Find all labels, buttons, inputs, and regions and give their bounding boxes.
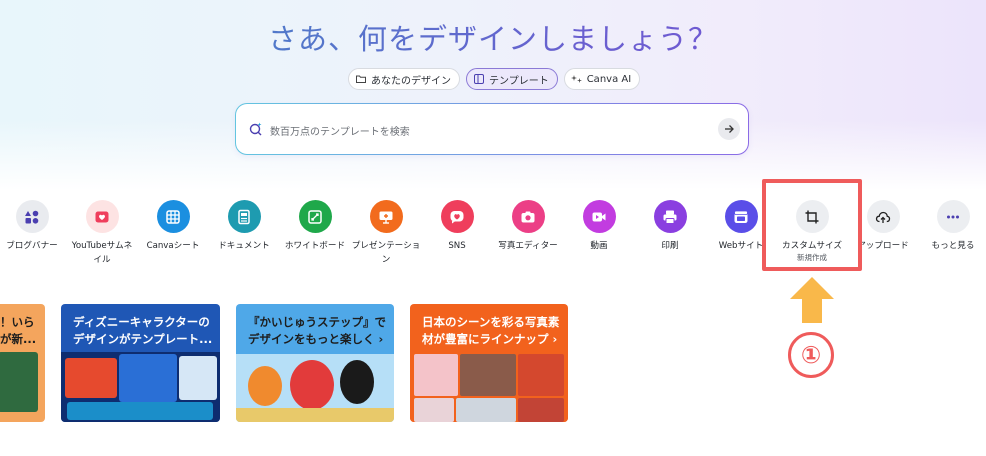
card-image: [61, 352, 220, 422]
card-image: [410, 352, 568, 422]
card-text-line: ディズニーキャラクターの: [73, 315, 210, 329]
category-icon-circle: [85, 200, 119, 233]
whiteboard-icon: [308, 209, 322, 224]
tab-your-designs[interactable]: あなたのデザイン: [348, 68, 460, 90]
print-icon: [663, 210, 677, 224]
card-text-line: が新...: [0, 332, 37, 346]
arrow-right-icon: [725, 125, 734, 133]
card-image: [236, 354, 394, 422]
youtube-icon: [95, 211, 109, 222]
template-search-box[interactable]: 数百万点のテンプレートを検索: [235, 103, 749, 155]
category-icon-circle: [582, 200, 616, 233]
step-number-badge: ①: [788, 332, 834, 378]
page-title: さあ、何をデザインしましょう？: [0, 16, 986, 58]
category-icon-circle: [156, 200, 190, 233]
video-icon: [592, 212, 606, 221]
card-text-line: デザインがテンプレート...: [73, 332, 213, 346]
category-icon-circle: [440, 200, 474, 233]
design-type-tabs: あなたのデザイン テンプレート Canva AI: [348, 68, 641, 90]
card-text-line: 『かいじゅうステップ』で: [248, 315, 386, 329]
category-label: ブログバナー: [6, 241, 58, 251]
category-icon-circle: [298, 200, 332, 233]
document-icon: [238, 209, 250, 224]
tab-label: Canva AI: [586, 73, 632, 85]
more-dots-icon: [947, 215, 959, 218]
category-icon-circle: [227, 200, 261, 233]
tab-templates[interactable]: テンプレート: [466, 68, 558, 90]
tab-canva-ai[interactable]: Canva AI: [563, 68, 641, 90]
category-label: SNS: [448, 241, 466, 251]
category-label-line2: イル: [93, 255, 111, 265]
camera-icon: [521, 211, 535, 222]
category-label: ホワイトボード: [284, 241, 346, 251]
arrow-up-icon: [790, 277, 834, 323]
card-text-line: デザインをもっと楽しく ›: [248, 332, 384, 346]
category-label: アップロード: [857, 241, 909, 251]
folder-icon: [356, 75, 366, 83]
category-label: YouTubeサムネ: [71, 241, 133, 251]
search-icon: [249, 122, 262, 136]
promo-card-japan-photos[interactable]: 日本のシーンを彩る写真素 材が豊富にラインナップ ›: [410, 304, 568, 422]
search-input[interactable]: 数百万点のテンプレートを検索: [270, 123, 410, 138]
category-icon-circle: [15, 200, 49, 233]
card-text: 日本のシーンを彩る写真素 材が豊富にラインナップ ›: [422, 314, 559, 348]
category-label: 写真エディター: [498, 241, 558, 251]
upload-cloud-icon: [875, 211, 891, 223]
promo-card-disney[interactable]: ディズニーキャラクターの デザインがテンプレート...: [61, 304, 220, 422]
blog-banner-icon: [25, 210, 39, 224]
category-label: 印刷: [661, 241, 679, 251]
category-icon-circle: [936, 200, 970, 233]
card-text: ディズニーキャラクターの デザインがテンプレート...: [73, 314, 212, 348]
website-icon: [734, 210, 748, 223]
category-label-line2: ン: [381, 255, 391, 265]
card-text: ！いら が新...: [0, 314, 36, 348]
card-image: [0, 352, 38, 412]
card-text-line: 日本のシーンを彩る写真素: [422, 315, 560, 329]
promo-card-1[interactable]: ！いら が新...: [0, 304, 45, 422]
search-submit-button[interactable]: [718, 118, 740, 140]
category-label: プレゼンテーショ: [351, 241, 421, 251]
tab-label: テンプレート: [489, 75, 549, 87]
category-label: ドキュメント: [218, 241, 270, 251]
category-icon-circle: [653, 200, 687, 233]
category-icon-circle: [511, 200, 545, 233]
highlight-box-custom-size: [762, 179, 862, 271]
card-text-line: ！いら: [0, 315, 35, 329]
category-more[interactable]: もっと見る: [908, 200, 986, 253]
tab-label: あなたのデザイン: [371, 75, 451, 87]
template-icon: [474, 74, 484, 84]
card-text: 『かいじゅうステップ』で デザインをもっと楽しく ›: [248, 314, 386, 348]
presentation-icon: [379, 211, 393, 224]
category-label: Canvaシート: [146, 241, 200, 251]
category-label: もっと見る: [931, 241, 975, 251]
sparkle-icon: [570, 75, 582, 83]
sns-heart-icon: [450, 210, 464, 223]
category-icon-circle: [369, 200, 403, 233]
category-label: 動画: [590, 241, 608, 251]
sheet-icon: [166, 209, 180, 224]
promo-card-kaiju-step[interactable]: 『かいじゅうステップ』で デザインをもっと楽しく ›: [236, 304, 394, 422]
category-icon-circle: [724, 200, 758, 233]
category-icon-circle: [866, 200, 900, 233]
category-label: Webサイト: [718, 241, 764, 251]
card-text-line: 材が豊富にラインナップ ›: [422, 332, 558, 346]
